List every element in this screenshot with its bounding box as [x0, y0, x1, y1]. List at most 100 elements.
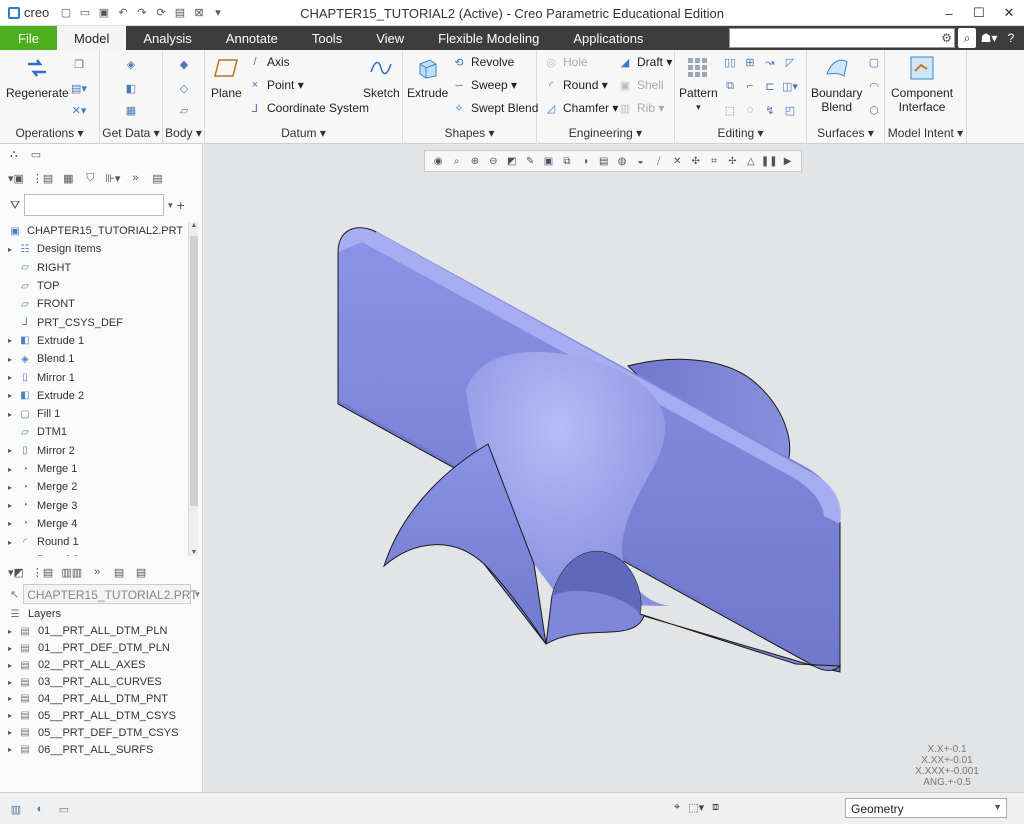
- pause-icon[interactable]: ❚❚: [761, 154, 778, 168]
- tree-item[interactable]: ▱ FRONT: [8, 295, 188, 313]
- tab-model[interactable]: Model: [56, 26, 127, 50]
- tree-item[interactable]: ▸ ▢ Fill 1: [8, 405, 188, 423]
- plane-button[interactable]: Plane: [211, 54, 242, 100]
- close-window-icon[interactable]: ⊠: [191, 5, 207, 21]
- save-icon[interactable]: ▣: [96, 5, 112, 21]
- datum-point-display-icon[interactable]: ✢: [725, 154, 739, 168]
- layer-item[interactable]: ▸ ▤ 02__PRT_ALL_AXES: [8, 657, 198, 674]
- layer-columns-icon[interactable]: ⋮▤: [32, 564, 53, 580]
- close-icon[interactable]: ✕: [994, 0, 1024, 26]
- tree-item[interactable]: ▸ ▯ Mirror 2: [8, 442, 188, 460]
- expand-icon[interactable]: ▸: [8, 373, 18, 382]
- layer-show-icon[interactable]: ▾◩: [8, 564, 24, 580]
- boundary-blend-button[interactable]: Boundary Blend: [811, 54, 862, 114]
- expand-icon[interactable]: ▸: [8, 538, 18, 547]
- open-file-icon[interactable]: ▭: [77, 5, 93, 21]
- new-file-icon[interactable]: ▢: [58, 5, 74, 21]
- sketch-button[interactable]: Sketch: [363, 54, 400, 100]
- undo-icon[interactable]: ↶: [115, 5, 131, 21]
- tree-columns-icon[interactable]: ⋮▤: [32, 170, 53, 186]
- tree-filter-icon[interactable]: ⛉: [83, 170, 97, 186]
- show-icon[interactable]: ▾▣: [8, 170, 24, 186]
- round-button[interactable]: ◜ Round ▾: [543, 78, 608, 92]
- expand-icon[interactable]: ▸: [8, 355, 18, 364]
- tree-search-input[interactable]: [24, 194, 165, 216]
- toggle-navigator-icon[interactable]: ▥: [8, 801, 24, 817]
- tree-item[interactable]: ▸ ▯ Mirror 1: [8, 368, 188, 386]
- find-icon[interactable]: ⌖: [674, 801, 680, 814]
- mirror-icon[interactable]: ▯▯: [721, 54, 739, 70]
- layer-more-icon[interactable]: »: [90, 564, 104, 580]
- group-label-model-intent[interactable]: Model Intent ▾: [885, 126, 966, 140]
- expand-icon[interactable]: ▸: [8, 627, 18, 636]
- tree-notes-icon[interactable]: ▤: [150, 170, 164, 186]
- tree-item[interactable]: ▱ DTM1: [8, 423, 188, 441]
- search-icon[interactable]: ⌕: [958, 28, 976, 48]
- paste-icon[interactable]: ▤▾: [70, 80, 88, 96]
- draft-button[interactable]: ◢ Draft ▾: [617, 55, 673, 69]
- group-label-datum[interactable]: Datum ▾: [205, 126, 402, 140]
- flag-icon[interactable]: ▶: [781, 154, 795, 168]
- expand-icon[interactable]: ▸: [8, 410, 18, 419]
- expand-icon[interactable]: ▸: [8, 501, 18, 510]
- full-screen-icon[interactable]: ▭: [56, 801, 72, 817]
- group-label-get-data[interactable]: Get Data ▾: [100, 126, 162, 140]
- tree-settings-icon[interactable]: ▦: [61, 170, 75, 186]
- extend-icon[interactable]: ⊞: [741, 54, 759, 70]
- tree-item[interactable]: ⅃ PRT_CSYS_DEF: [8, 313, 188, 331]
- component-interface-button[interactable]: Component Interface: [891, 54, 953, 114]
- swept-blend-button[interactable]: ⟡ Swept Blend: [451, 101, 538, 115]
- regenerate-icon[interactable]: ⟳: [153, 5, 169, 21]
- hole-button[interactable]: ◎ Hole: [543, 55, 588, 69]
- tree-item[interactable]: ▸ ◈ Blend 1: [8, 350, 188, 368]
- split-surface-icon[interactable]: ◰: [781, 102, 799, 118]
- tab-view[interactable]: View: [359, 26, 421, 50]
- help-dropdown-icon[interactable]: ?: [1002, 28, 1020, 48]
- solidify-icon[interactable]: ⬚: [721, 102, 739, 118]
- layer-item[interactable]: ▸ ▤ 04__PRT_ALL_DTM_PNT: [8, 690, 198, 707]
- selection-filter-select[interactable]: Geometry ▼: [845, 798, 1007, 818]
- fill-icon[interactable]: ▢: [865, 54, 883, 70]
- maximize-icon[interactable]: ☐: [964, 0, 994, 26]
- layer-select-dropdown-icon[interactable]: ▾: [195, 589, 200, 600]
- layer-model-select[interactable]: CHAPTER15_TUTORIAL2.PRT: [23, 584, 198, 604]
- delete-icon[interactable]: ✕▾: [70, 102, 88, 118]
- tree-item[interactable]: ▸ ◧ Extrude 1: [8, 332, 188, 350]
- tree-item[interactable]: ▸ ◔ Merge 2: [8, 478, 188, 496]
- style-icon[interactable]: ◠: [865, 78, 883, 94]
- tree-item[interactable]: ▸ ◧ Extrude 2: [8, 387, 188, 405]
- tree-item[interactable]: ▱ RIGHT: [8, 259, 188, 277]
- tree-item[interactable]: ▸ ◔ Merge 3: [8, 496, 188, 514]
- refit-icon[interactable]: ◉: [431, 154, 445, 168]
- group-label-shapes[interactable]: Shapes ▾: [403, 126, 536, 140]
- trim-icon[interactable]: ◸: [781, 54, 799, 70]
- customize-qat-icon[interactable]: ▾: [210, 5, 226, 21]
- tree-root[interactable]: ▣ CHAPTER15_TUTORIAL2.PRT: [8, 222, 188, 240]
- body-icon[interactable]: ◆: [175, 56, 193, 72]
- tree-options-icon[interactable]: ⊪▾: [105, 170, 120, 186]
- expand-icon[interactable]: ▸: [8, 711, 18, 720]
- tree-item[interactable]: ▸ ◔ Merge 1: [8, 460, 188, 478]
- tab-flexible-modeling[interactable]: Flexible Modeling: [421, 26, 556, 50]
- view-manager-icon[interactable]: ◑: [578, 154, 592, 168]
- display-style-icon[interactable]: ▣: [542, 154, 556, 168]
- expand-icon[interactable]: ▸: [8, 644, 18, 653]
- coordinate-system-button[interactable]: ⅃ Coordinate System: [247, 101, 369, 115]
- layer-item[interactable]: ▸ ▤ 05__PRT_ALL_DTM_CSYS: [8, 707, 198, 724]
- merge-icon[interactable]: ⧉: [721, 78, 739, 94]
- appearance-icon[interactable]: ◒: [633, 154, 647, 168]
- freestyle-icon[interactable]: ⬡: [865, 102, 883, 118]
- offset-icon[interactable]: ⌐: [741, 78, 759, 94]
- revolve-button[interactable]: ⟲ Revolve: [451, 55, 514, 69]
- group-label-editing[interactable]: Editing ▾: [675, 126, 806, 140]
- expand-icon[interactable]: ▸: [8, 728, 18, 737]
- perspective-icon[interactable]: ▤: [597, 154, 611, 168]
- layer-item[interactable]: ▸ ▤ 01__PRT_ALL_DTM_PLN: [8, 623, 198, 640]
- new-body-icon[interactable]: ◇: [175, 80, 193, 96]
- zoom-window-icon[interactable]: ⌕: [450, 154, 464, 168]
- intersect-icon[interactable]: ⊏: [761, 78, 779, 94]
- expand-icon[interactable]: ▸: [8, 661, 18, 670]
- extrude-button[interactable]: Extrude: [407, 54, 448, 100]
- copy-icon[interactable]: ❐: [70, 56, 88, 72]
- layer-item[interactable]: ▸ ▤ 06__PRT_ALL_SURFS: [8, 741, 198, 758]
